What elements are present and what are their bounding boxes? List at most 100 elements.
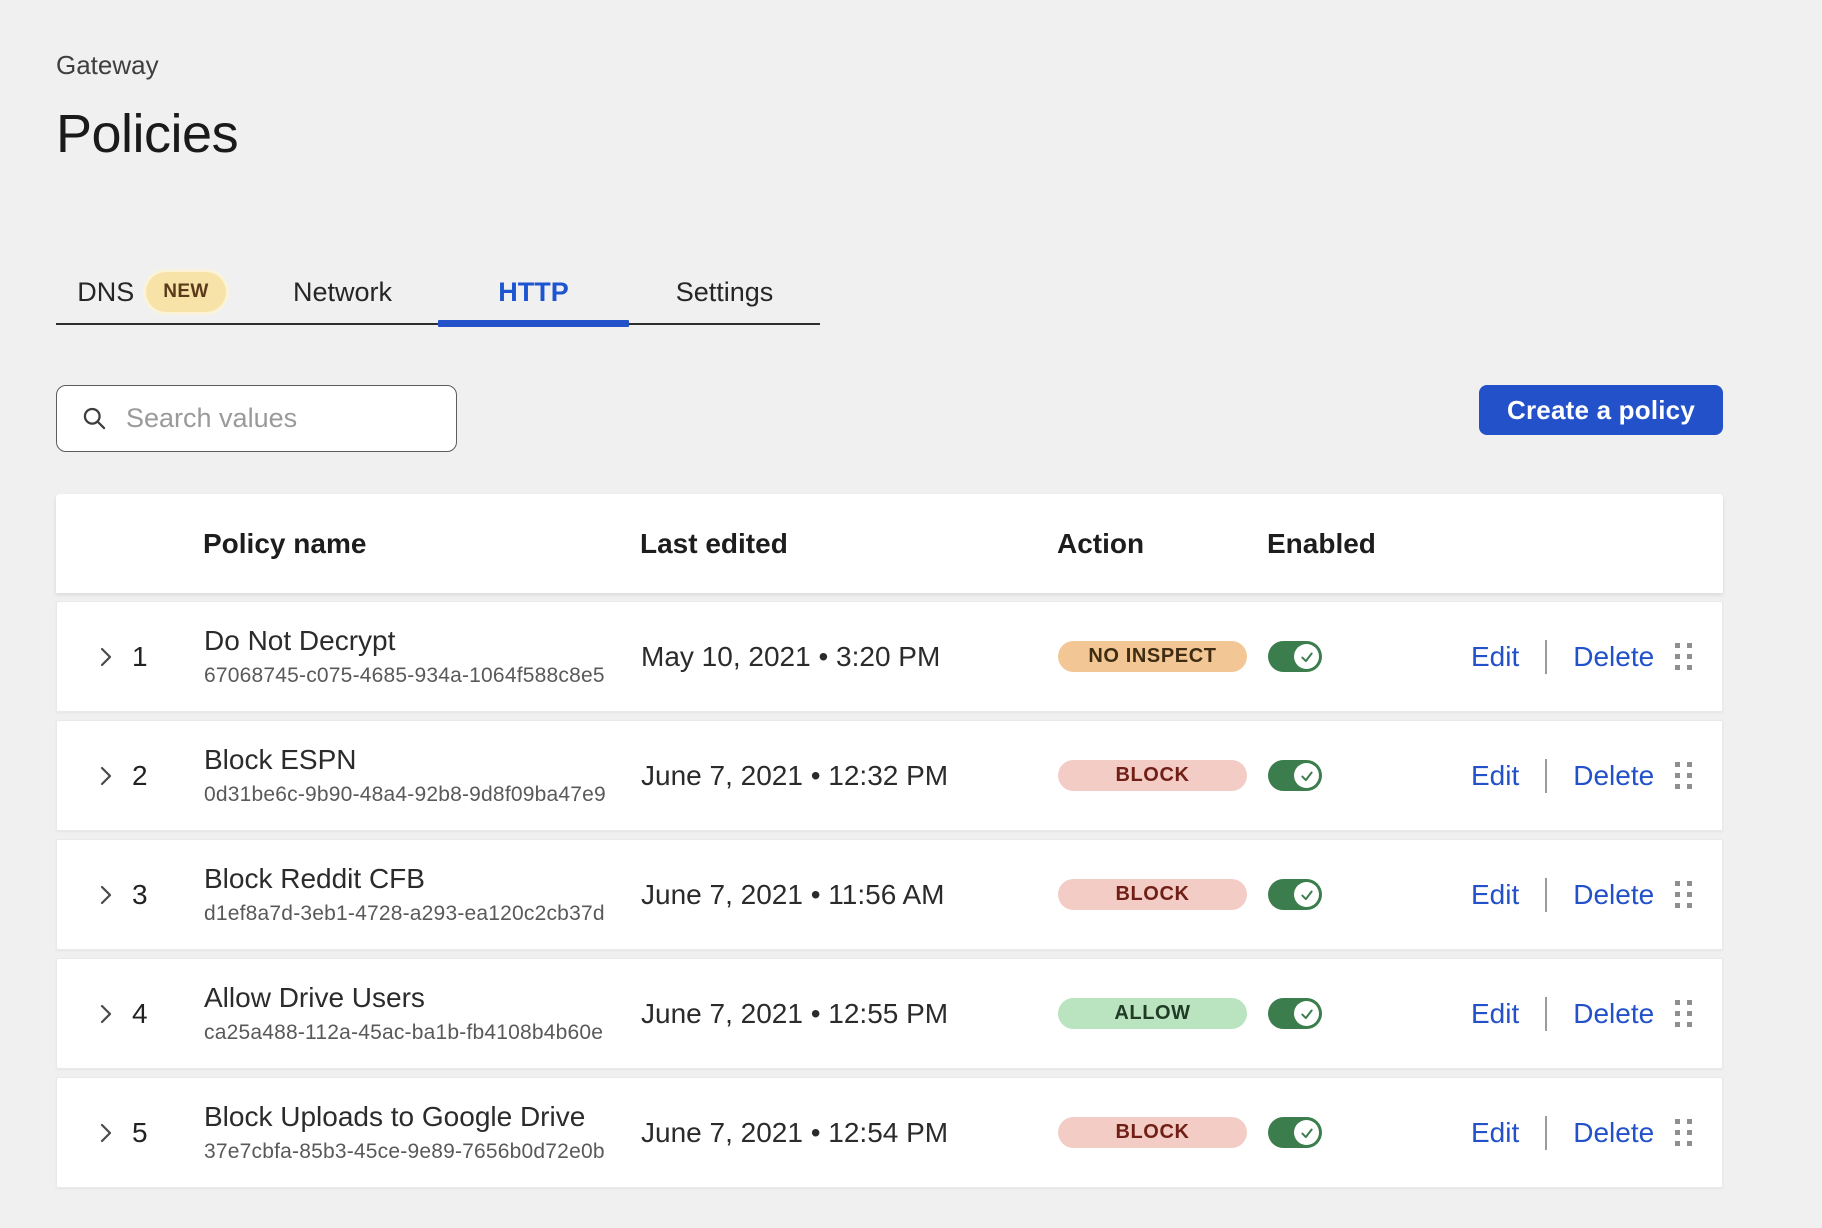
chevron-right-icon xyxy=(94,1121,118,1145)
tab-network[interactable]: Network xyxy=(247,261,438,323)
check-icon xyxy=(1300,888,1314,902)
expand-row-button[interactable] xyxy=(94,883,118,907)
expand-row-button[interactable] xyxy=(94,1121,118,1145)
chevron-right-icon xyxy=(94,883,118,907)
chevron-right-icon xyxy=(94,645,118,669)
edit-button[interactable]: Edit xyxy=(1471,1117,1519,1149)
action-divider xyxy=(1545,1116,1547,1150)
check-icon xyxy=(1300,1007,1314,1021)
policy-id: ca25a488-112a-45ac-ba1b-fb4108b4b60e xyxy=(204,1021,641,1045)
drag-handle-icon[interactable] xyxy=(1675,1000,1692,1027)
check-icon xyxy=(1300,1126,1314,1140)
last-edited-value: May 10, 2021 • 3:20 PM xyxy=(641,641,1058,673)
action-badge: BLOCK xyxy=(1058,879,1247,910)
check-icon xyxy=(1300,769,1314,783)
expand-row-button[interactable] xyxy=(94,764,118,788)
toggle-knob xyxy=(1294,644,1319,669)
drag-handle-icon[interactable] xyxy=(1675,762,1692,789)
last-edited-value: June 7, 2021 • 12:54 PM xyxy=(641,1117,1058,1149)
table-row: 4 Allow Drive Users ca25a488-112a-45ac-b… xyxy=(56,958,1723,1069)
enabled-toggle[interactable] xyxy=(1268,760,1322,791)
toggle-knob xyxy=(1294,763,1319,788)
action-divider xyxy=(1545,640,1547,674)
tab-http-label: HTTP xyxy=(498,277,569,308)
tab-bar: DNS NEW Network HTTP Settings xyxy=(56,261,820,325)
toolbar: Create a policy xyxy=(56,385,1723,452)
row-number: 5 xyxy=(132,1117,204,1149)
toggle-knob xyxy=(1294,882,1319,907)
search-input[interactable] xyxy=(126,403,436,434)
tab-dns[interactable]: DNS NEW xyxy=(56,261,247,323)
drag-handle-icon[interactable] xyxy=(1675,1119,1692,1146)
column-header-policy-name: Policy name xyxy=(203,528,640,560)
breadcrumb: Gateway xyxy=(56,50,1822,81)
create-policy-button[interactable]: Create a policy xyxy=(1479,385,1723,435)
row-number: 3 xyxy=(132,879,204,911)
enabled-toggle[interactable] xyxy=(1268,998,1322,1029)
drag-handle-icon[interactable] xyxy=(1675,643,1692,670)
delete-button[interactable]: Delete xyxy=(1573,1117,1654,1149)
delete-button[interactable]: Delete xyxy=(1573,998,1654,1030)
policy-id: d1ef8a7d-3eb1-4728-a293-ea120c2cb37d xyxy=(204,902,641,926)
tab-dns-label: DNS xyxy=(77,277,134,308)
action-badge: BLOCK xyxy=(1058,1117,1247,1148)
table-row: 1 Do Not Decrypt 67068745-c075-4685-934a… xyxy=(56,601,1723,712)
column-header-last-edited: Last edited xyxy=(640,528,1057,560)
policy-id: 67068745-c075-4685-934a-1064f588c8e5 xyxy=(204,664,641,688)
delete-button[interactable]: Delete xyxy=(1573,641,1654,673)
policy-name: Do Not Decrypt xyxy=(204,625,641,657)
row-number: 4 xyxy=(132,998,204,1030)
tab-settings-label: Settings xyxy=(676,277,774,308)
table-row: 3 Block Reddit CFB d1ef8a7d-3eb1-4728-a2… xyxy=(56,839,1723,950)
policy-name: Block Reddit CFB xyxy=(204,863,641,895)
edit-button[interactable]: Edit xyxy=(1471,879,1519,911)
chevron-right-icon xyxy=(94,764,118,788)
enabled-toggle[interactable] xyxy=(1268,879,1322,910)
action-badge: ALLOW xyxy=(1058,998,1247,1029)
table-header-row: Policy name Last edited Action Enabled xyxy=(56,494,1723,593)
toggle-knob xyxy=(1294,1001,1319,1026)
delete-button[interactable]: Delete xyxy=(1573,879,1654,911)
policy-name: Block Uploads to Google Drive xyxy=(204,1101,641,1133)
enabled-toggle[interactable] xyxy=(1268,641,1322,672)
toggle-knob xyxy=(1294,1120,1319,1145)
edit-button[interactable]: Edit xyxy=(1471,998,1519,1030)
policy-name: Allow Drive Users xyxy=(204,982,641,1014)
delete-button[interactable]: Delete xyxy=(1573,760,1654,792)
tab-settings[interactable]: Settings xyxy=(629,261,820,323)
action-divider xyxy=(1545,997,1547,1031)
new-badge: NEW xyxy=(146,272,226,312)
policies-table: Policy name Last edited Action Enabled 1… xyxy=(56,494,1723,1188)
tab-network-label: Network xyxy=(293,277,392,308)
action-divider xyxy=(1545,759,1547,793)
chevron-right-icon xyxy=(94,1002,118,1026)
row-number: 1 xyxy=(132,641,204,673)
gateway-policies-page: Gateway Policies DNS NEW Network HTTP Se… xyxy=(0,0,1822,1188)
action-divider xyxy=(1545,878,1547,912)
last-edited-value: June 7, 2021 • 11:56 AM xyxy=(641,879,1058,911)
table-row: 5 Block Uploads to Google Drive 37e7cbfa… xyxy=(56,1077,1723,1188)
policy-id: 37e7cbfa-85b3-45ce-9e89-7656b0d72e0b xyxy=(204,1140,641,1164)
last-edited-value: June 7, 2021 • 12:55 PM xyxy=(641,998,1058,1030)
check-icon xyxy=(1300,650,1314,664)
drag-handle-icon[interactable] xyxy=(1675,881,1692,908)
row-number: 2 xyxy=(132,760,204,792)
column-header-enabled: Enabled xyxy=(1267,528,1465,560)
page-title: Policies xyxy=(56,103,1822,165)
search-box[interactable] xyxy=(56,385,457,452)
column-header-action: Action xyxy=(1057,528,1267,560)
expand-row-button[interactable] xyxy=(94,1002,118,1026)
table-row: 2 Block ESPN 0d31be6c-9b90-48a4-92b8-9d8… xyxy=(56,720,1723,831)
action-badge: NO INSPECT xyxy=(1058,641,1247,672)
policy-id: 0d31be6c-9b90-48a4-92b8-9d8f09ba47e9 xyxy=(204,783,641,807)
expand-row-button[interactable] xyxy=(94,645,118,669)
search-icon xyxy=(81,405,108,432)
tab-http[interactable]: HTTP xyxy=(438,261,629,323)
last-edited-value: June 7, 2021 • 12:32 PM xyxy=(641,760,1058,792)
enabled-toggle[interactable] xyxy=(1268,1117,1322,1148)
table-body: 1 Do Not Decrypt 67068745-c075-4685-934a… xyxy=(56,601,1723,1188)
edit-button[interactable]: Edit xyxy=(1471,760,1519,792)
edit-button[interactable]: Edit xyxy=(1471,641,1519,673)
policy-name: Block ESPN xyxy=(204,744,641,776)
action-badge: BLOCK xyxy=(1058,760,1247,791)
